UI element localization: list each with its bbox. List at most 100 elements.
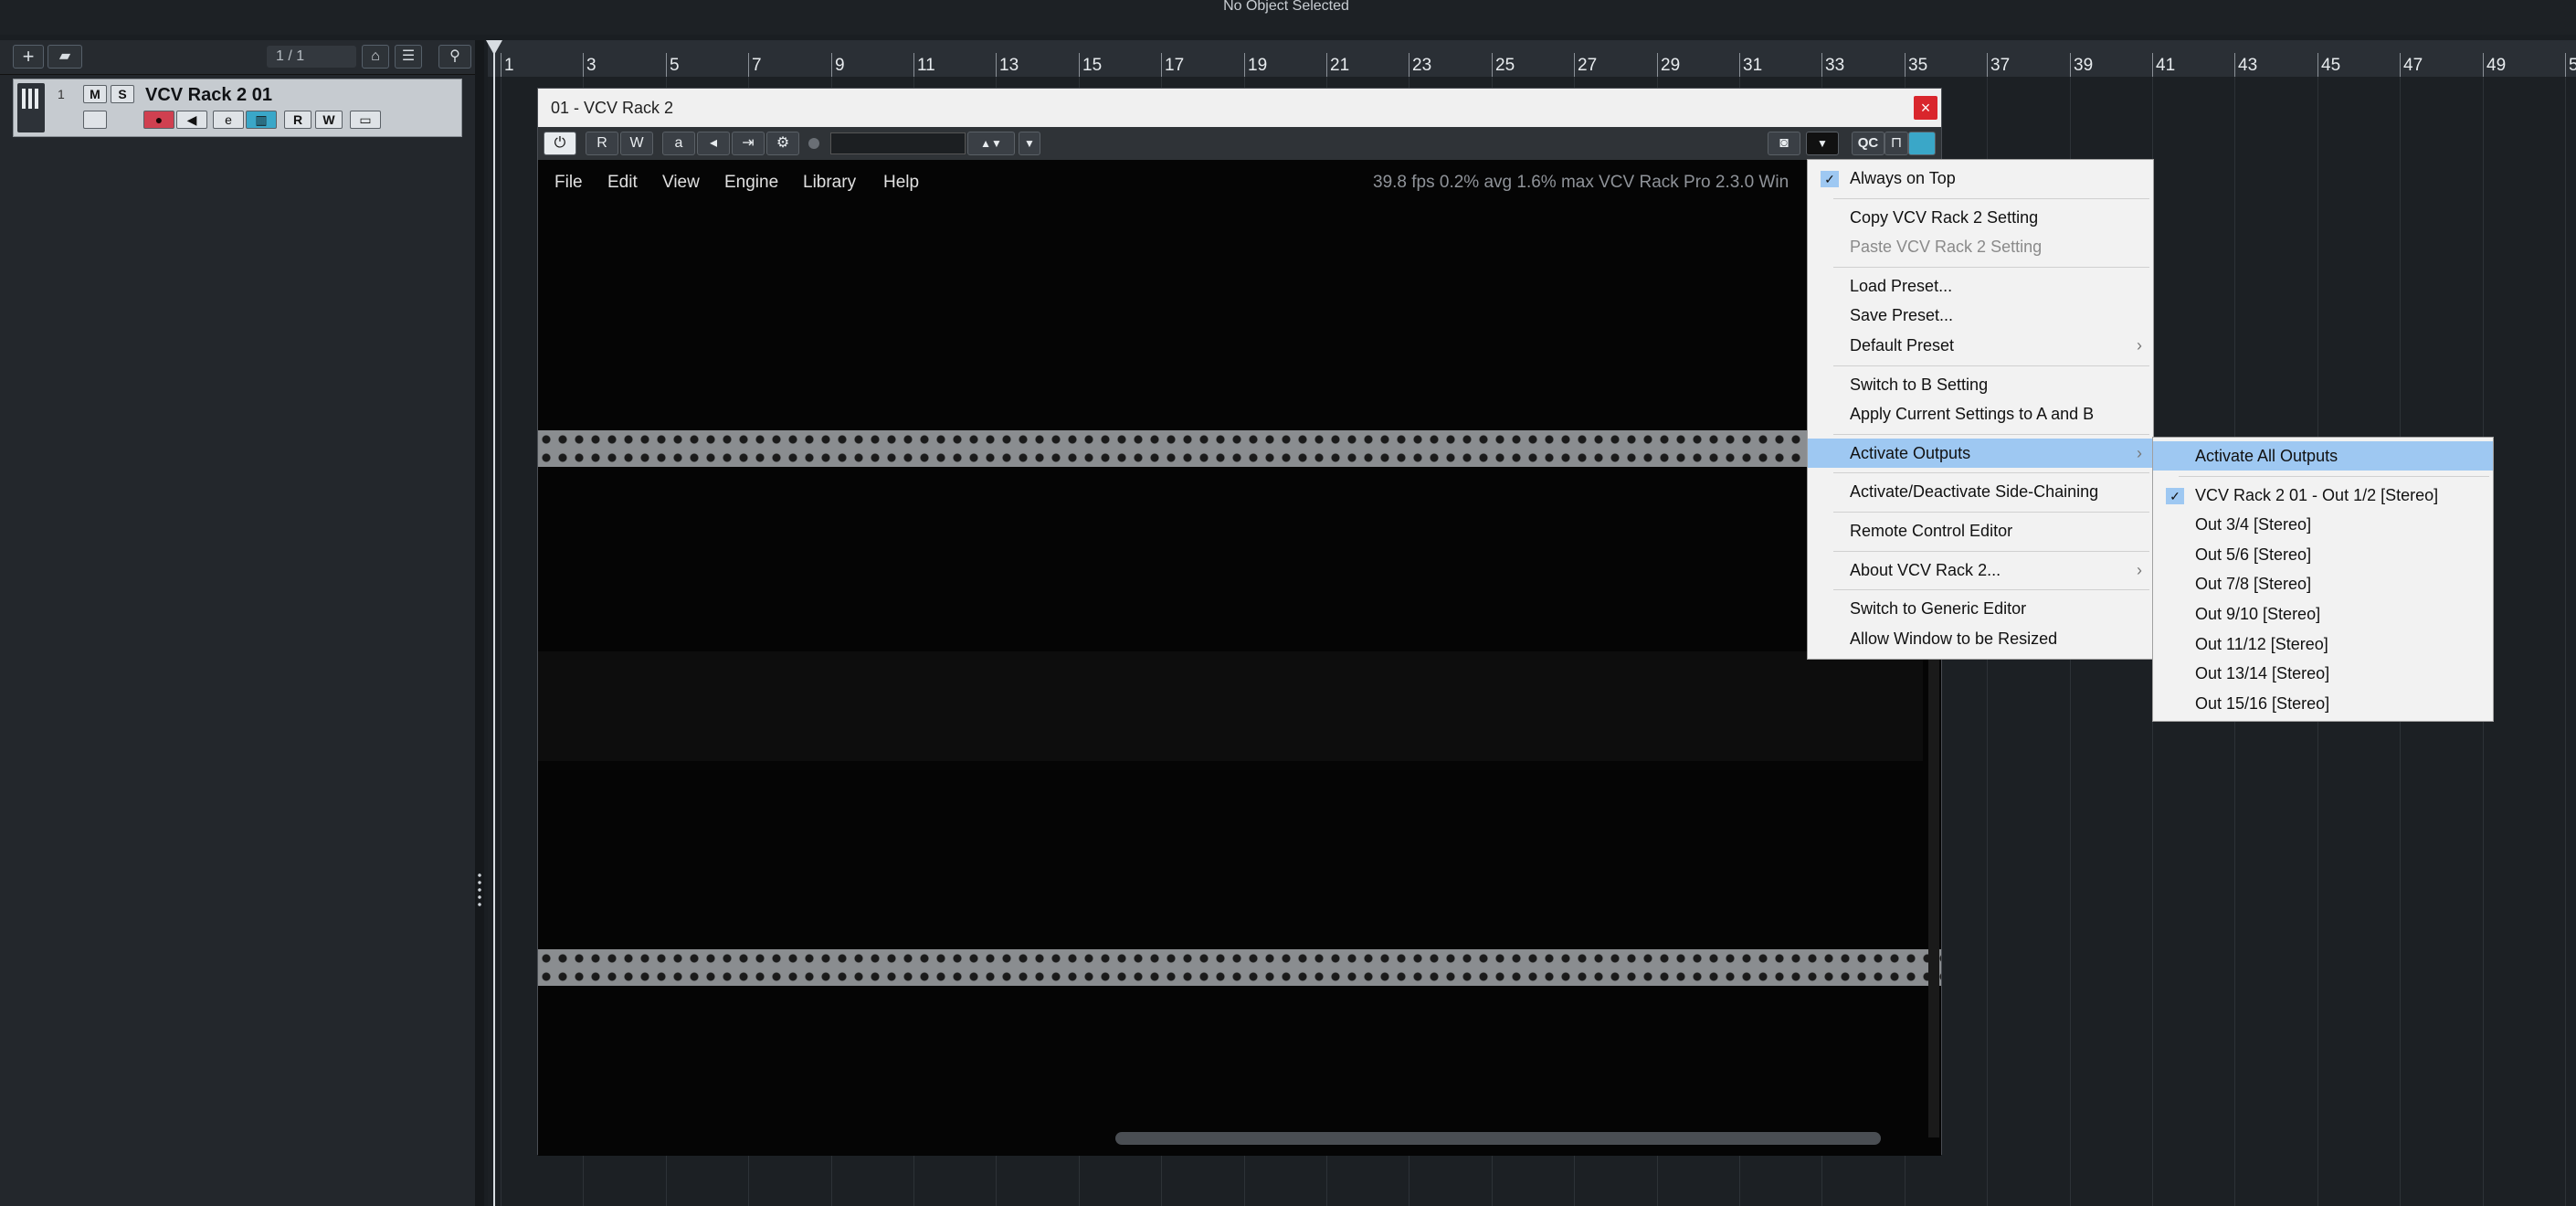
- close-button[interactable]: ×: [1914, 96, 1937, 120]
- solo-button[interactable]: S: [111, 85, 134, 103]
- mute-button[interactable]: M: [83, 85, 107, 103]
- menu-library[interactable]: Library: [803, 173, 856, 193]
- preset-nav-button[interactable]: ▲▼: [967, 132, 1015, 155]
- menu-item[interactable]: Copy VCV Rack 2 Setting: [1808, 203, 2153, 232]
- timeline-ruler[interactable]: 1 3 5 7 9 11 13 15 17 19 21 23 25 27 29 31 33 35 37 39 41 43 4…: [488, 40, 2576, 77]
- menu-item-label: Switch to Generic Editor: [1850, 599, 2027, 619]
- ruler-tick: [1161, 53, 1162, 77]
- menu-item[interactable]: Default Preset ›: [1808, 331, 2153, 360]
- ruler-tick: [2317, 53, 2318, 77]
- search-button[interactable]: ⚲: [438, 45, 471, 69]
- menu-item-label: Remote Control Editor: [1850, 522, 2013, 540]
- ruler-bar-number: 27: [1578, 56, 1598, 75]
- checkmark-icon: ✓: [2166, 487, 2184, 504]
- plugin-window: 01 - VCV Rack 2 × ⏻ R W a ◂ ⇥ ⚙ ▲▼ ▼ ◙ ▼…: [537, 88, 1942, 1156]
- copy-ab-button[interactable]: ◂: [697, 132, 730, 155]
- menu-item[interactable]: Allow Window to be Resized: [1808, 624, 2153, 653]
- menu-item[interactable]: Activate/Deactivate Side-Chaining: [1808, 477, 2153, 506]
- menu-engine[interactable]: Engine: [724, 173, 778, 193]
- menu-item[interactable]: Load Preset...: [1808, 271, 2153, 301]
- menu-item[interactable]: Apply Current Settings to A and B: [1808, 399, 2153, 428]
- ruler-bar-number: 29: [1661, 56, 1681, 75]
- menu-item[interactable]: Always on Top ✓: [1808, 164, 2153, 193]
- ruler-tick: [2565, 53, 2566, 77]
- menu-item[interactable]: Switch to B Setting: [1808, 370, 2153, 399]
- track-list-toolbar: + ▰ 1 / 1 ⌂ ☰ ⚲: [0, 40, 480, 75]
- menu-view[interactable]: View: [662, 173, 700, 193]
- menu-item[interactable]: Out 11/12 [Stereo]: [2153, 629, 2493, 659]
- ruler-tick: [2400, 53, 2401, 77]
- menu-item-label: Switch to B Setting: [1850, 375, 1989, 394]
- menu-help[interactable]: Help: [883, 173, 919, 193]
- preset-menu-button[interactable]: ▼: [1019, 132, 1040, 155]
- window-color-button[interactable]: [1908, 132, 1936, 155]
- menu-item-label: Out 15/16 [Stereo]: [2195, 693, 2330, 713]
- ruler-bar-number: 31: [1743, 56, 1763, 75]
- ruler-tick: [1326, 53, 1327, 77]
- add-track-button[interactable]: +: [13, 45, 44, 69]
- ruler-tick: [2070, 53, 2071, 77]
- track-color-button[interactable]: [83, 111, 107, 129]
- focus-lock-button[interactable]: ⊓: [1884, 132, 1908, 155]
- menu-item[interactable]: Save Preset...: [1808, 301, 2153, 330]
- plugin-window-title[interactable]: 01 - VCV Rack 2: [538, 89, 1941, 127]
- menu-item[interactable]: Activate Outputs ›: [1808, 438, 2153, 468]
- menu-item[interactable]: About VCV Rack 2... ›: [1808, 555, 2153, 585]
- quick-controls-button[interactable]: QC: [1852, 132, 1884, 155]
- ruler-tick: [2483, 53, 2484, 77]
- menu-edit[interactable]: Edit: [607, 173, 638, 193]
- ruler-tick: [666, 53, 667, 77]
- add-track-from-preset-button[interactable]: ▰: [48, 45, 82, 69]
- menu-file[interactable]: File: [554, 173, 583, 193]
- track-name: VCV Rack 2 01: [145, 85, 272, 105]
- vcv-rack-canvas[interactable]: File Edit View Engine Library Help 39.8 …: [538, 160, 1941, 1156]
- grid-line: [2565, 77, 2566, 1206]
- read-automation-button[interactable]: R: [586, 132, 618, 155]
- menu-item[interactable]: Out 5/6 [Stereo]: [2153, 540, 2493, 569]
- track-list-menu-button[interactable]: ☰: [395, 45, 422, 69]
- ab-compare-button[interactable]: a: [662, 132, 695, 155]
- monitor-button[interactable]: ◀: [176, 111, 207, 129]
- activate-outputs-submenu: Activate All Outputs VCV Rack 2 01 - Out …: [2152, 437, 2494, 722]
- menu-separator: [2179, 475, 2489, 477]
- menu-separator: [1833, 472, 2149, 474]
- keyboard-icon: ▥: [255, 112, 268, 127]
- record-enable-button[interactable]: ●: [143, 111, 174, 129]
- ruler-bar-number: 15: [1082, 56, 1103, 75]
- menu-item[interactable]: Out 3/4 [Stereo]: [2153, 510, 2493, 539]
- track-number: 1: [58, 87, 65, 101]
- menu-item[interactable]: Out 13/14 [Stereo]: [2153, 659, 2493, 688]
- sidechain-button[interactable]: ⇥: [732, 132, 765, 155]
- instrument-track-icon: [17, 83, 45, 132]
- project-cursor[interactable]: [486, 40, 502, 1206]
- track-list-splitter[interactable]: [475, 40, 484, 1206]
- write-automation-button[interactable]: W: [315, 111, 343, 129]
- edit-instrument-button[interactable]: e: [213, 111, 244, 129]
- rack-rail: [538, 949, 1941, 986]
- up-down-arrows-icon: ▲▼: [980, 137, 1002, 150]
- bypass-button[interactable]: ⏻: [544, 132, 576, 155]
- menu-item[interactable]: Out 15/16 [Stereo]: [2153, 689, 2493, 718]
- menu-item[interactable]: Activate All Outputs: [2153, 441, 2493, 471]
- write-automation-button[interactable]: W: [620, 132, 653, 155]
- horizontal-scrollbar[interactable]: [1115, 1132, 1881, 1145]
- ruler-bar-number: 43: [2238, 56, 2258, 75]
- snapshot-button[interactable]: ◙: [1768, 132, 1800, 155]
- instrument-editor-button[interactable]: ▥: [246, 111, 277, 129]
- plugin-settings-button[interactable]: ⚙: [766, 132, 799, 155]
- menu-item[interactable]: Switch to Generic Editor: [1808, 594, 2153, 623]
- menu-item[interactable]: VCV Rack 2 01 - Out 1/2 [Stereo] ✓: [2153, 481, 2493, 510]
- menu-item[interactable]: Remote Control Editor: [1808, 516, 2153, 545]
- read-automation-button[interactable]: R: [284, 111, 311, 129]
- track-visibility-button[interactable]: ⌂: [362, 45, 389, 69]
- menu-item[interactable]: Out 9/10 [Stereo]: [2153, 599, 2493, 629]
- ruler-tick: [1244, 53, 1245, 77]
- plugin-functions-menu-button[interactable]: ▼: [1806, 132, 1839, 155]
- rack-rail: [538, 430, 1941, 467]
- search-icon: ⚲: [449, 48, 460, 64]
- preset-field[interactable]: [830, 132, 966, 154]
- lanes-button[interactable]: ▭: [350, 111, 381, 129]
- menu-item[interactable]: Out 7/8 [Stereo]: [2153, 569, 2493, 598]
- track-row[interactable]: 1 M S VCV Rack 2 01 ● ◀ e ▥ R W ▭: [13, 79, 462, 137]
- ruler-bar-number: 9: [835, 56, 845, 75]
